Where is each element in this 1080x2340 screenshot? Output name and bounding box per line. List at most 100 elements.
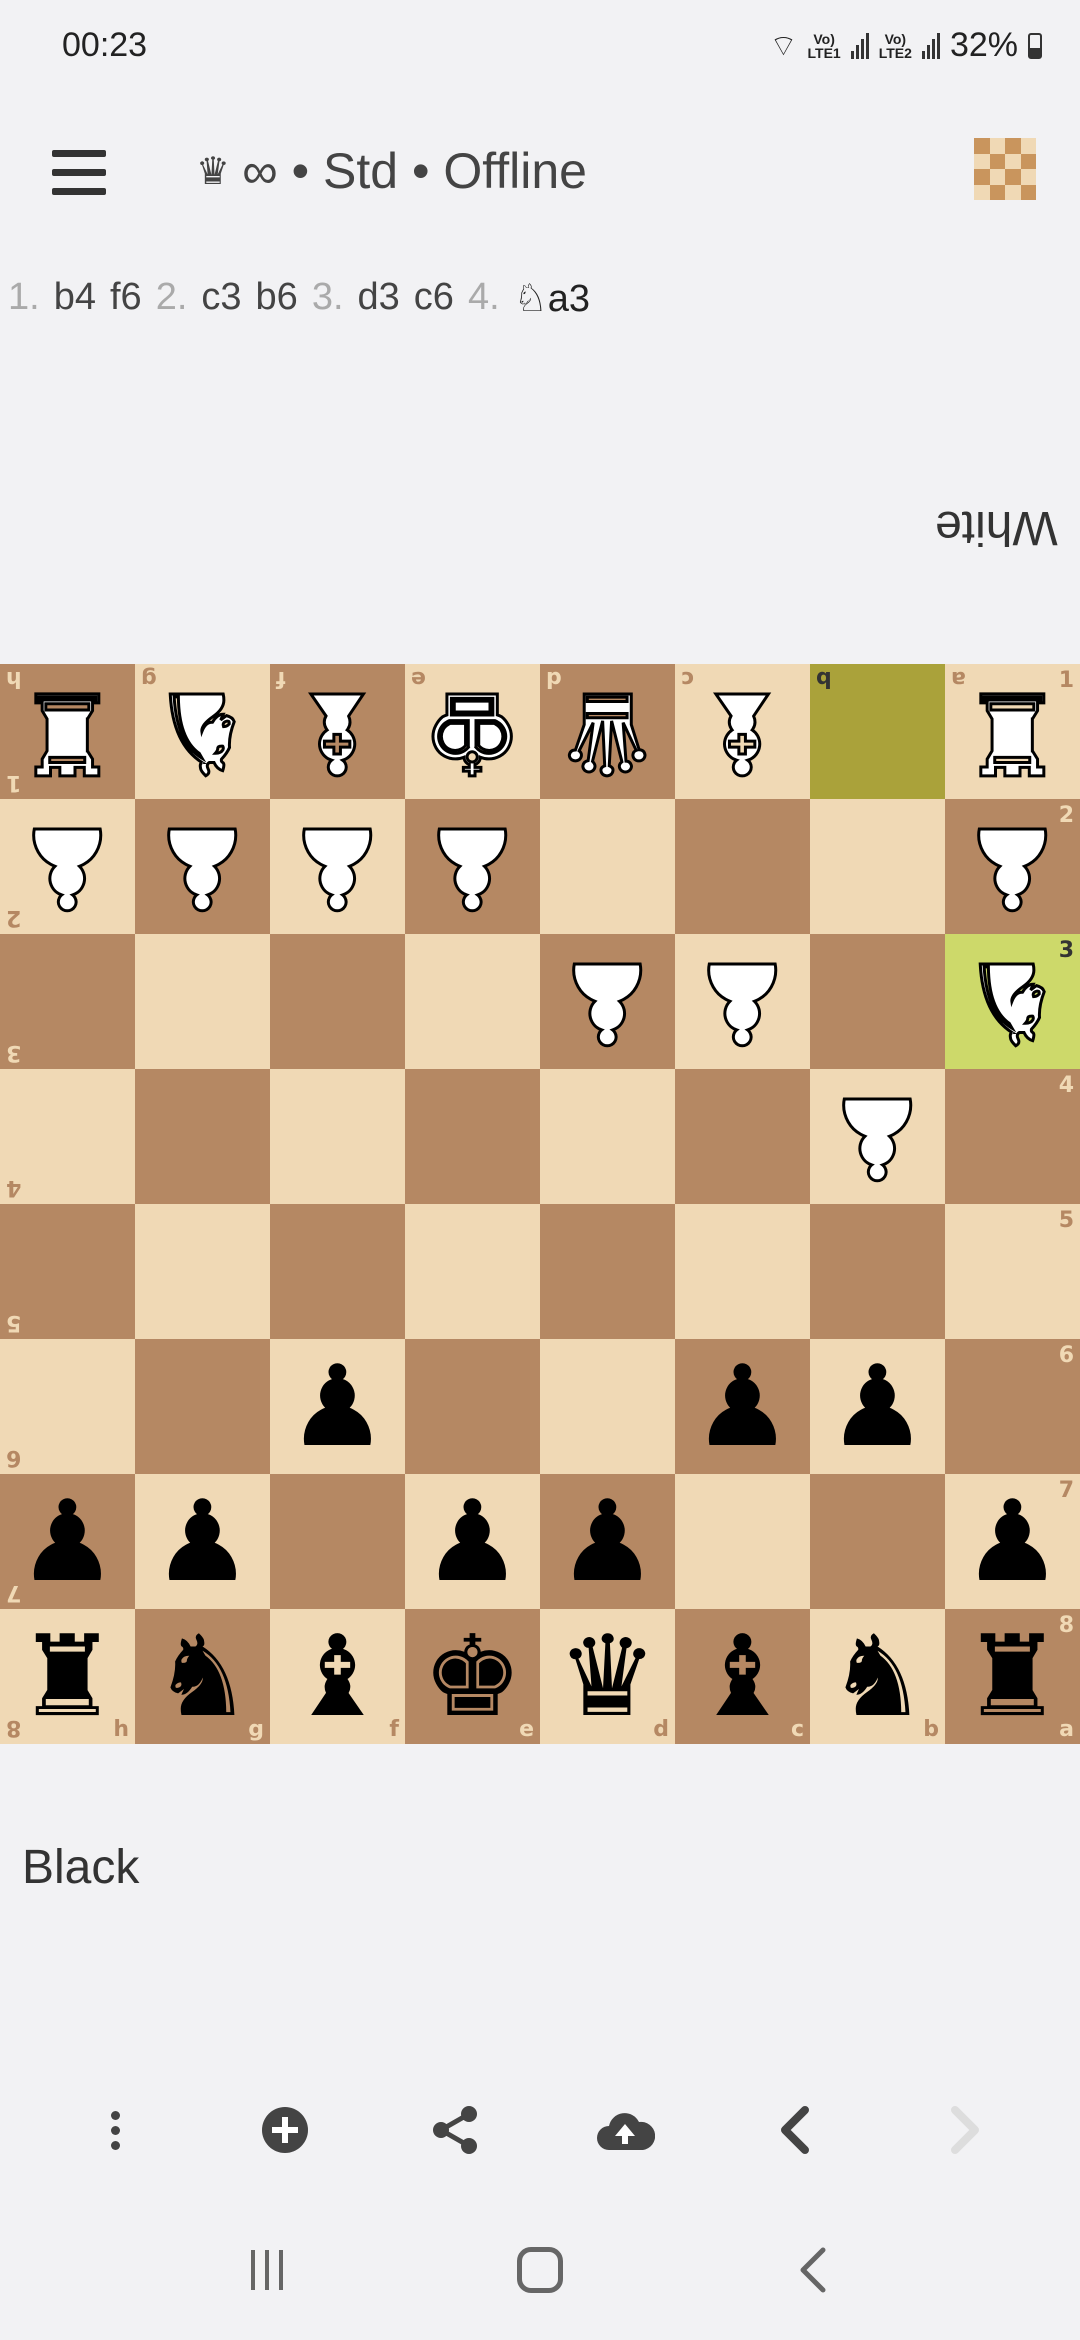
white-pawn-icon[interactable]: ♟ [16,800,119,933]
white-knight-icon[interactable]: ♞ [151,665,254,798]
white-bishop-icon[interactable]: ♝ [691,665,794,798]
move-black[interactable]: c6 [414,276,454,321]
white-pawn-icon[interactable]: ♟ [826,1070,929,1203]
square-b3[interactable] [810,934,945,1069]
square-d4[interactable] [540,1069,675,1204]
black-rook-icon[interactable]: ♜ [962,1621,1062,1733]
square-d5[interactable] [540,1204,675,1339]
move-white[interactable]: b4 [54,276,96,321]
square-g4[interactable] [135,1069,270,1204]
black-pawn-icon[interactable]: ♟ [287,1351,387,1463]
square-h2[interactable]: ♟ 2 [0,799,135,934]
move-white[interactable]: ♘a3 [514,276,590,321]
square-e8[interactable]: ♚ e [405,1609,540,1744]
square-g6[interactable] [135,1339,270,1474]
square-g3[interactable] [135,934,270,1069]
chevron-right-icon[interactable] [925,2090,1005,2170]
square-a7[interactable]: ♟ 7 [945,1474,1080,1609]
square-h1[interactable]: ♜ 1 h [0,664,135,799]
square-a5[interactable]: 5 [945,1204,1080,1339]
square-g1[interactable]: ♞ g [135,664,270,799]
square-f5[interactable] [270,1204,405,1339]
square-b8[interactable]: ♞ b [810,1609,945,1744]
add-circle-icon[interactable] [245,2090,325,2170]
square-d6[interactable] [540,1339,675,1474]
black-pawn-icon[interactable]: ♟ [422,1486,522,1598]
white-pawn-icon[interactable]: ♟ [691,935,794,1068]
square-c2[interactable] [675,799,810,934]
square-c6[interactable]: ♟ [675,1339,810,1474]
square-c7[interactable] [675,1474,810,1609]
chessboard[interactable]: ♜ 1 h ♞ g ♝ f ♚ e ♛ d ♝ c b ♜ 1 a ♟ 2 ♟ ♟ ♟ ♟ 2 3 ♟ ♟ ♞ 3 4 ♟ 4 5 5 6 ♟ ♟ ♟ 6 ♟… [0,664,1080,1744]
square-e4[interactable] [405,1069,540,1204]
white-knight-icon[interactable]: ♞ [961,935,1064,1068]
move-list[interactable]: 1. b4 f6 2. c3 b6 3. d3 c6 4. ♘a3 [8,276,590,321]
square-b5[interactable] [810,1204,945,1339]
square-a6[interactable]: 6 [945,1339,1080,1474]
black-queen-icon[interactable]: ♛ [557,1621,657,1733]
back-icon[interactable] [768,2230,858,2310]
square-f1[interactable]: ♝ f [270,664,405,799]
square-d1[interactable]: ♛ d [540,664,675,799]
black-pawn-icon[interactable]: ♟ [827,1351,927,1463]
white-pawn-icon[interactable]: ♟ [286,800,389,933]
square-g5[interactable] [135,1204,270,1339]
black-pawn-icon[interactable]: ♟ [962,1486,1062,1598]
move-white[interactable]: c3 [201,276,241,321]
move-white[interactable]: d3 [358,276,400,321]
square-h6[interactable]: 6 [0,1339,135,1474]
share-icon[interactable] [415,2090,495,2170]
black-pawn-icon[interactable]: ♟ [692,1351,792,1463]
black-rook-icon[interactable]: ♜ [17,1621,117,1733]
square-e6[interactable] [405,1339,540,1474]
black-pawn-icon[interactable]: ♟ [152,1486,252,1598]
square-e1[interactable]: ♚ e [405,664,540,799]
black-bishop-icon[interactable]: ♝ [692,1621,792,1733]
white-pawn-icon[interactable]: ♟ [421,800,524,933]
white-bishop-icon[interactable]: ♝ [286,665,389,798]
square-e5[interactable] [405,1204,540,1339]
square-h3[interactable]: 3 [0,934,135,1069]
move-black[interactable]: f6 [110,276,142,321]
square-c8[interactable]: ♝ c [675,1609,810,1744]
more-vertical-icon[interactable] [75,2090,155,2170]
square-g7[interactable]: ♟ [135,1474,270,1609]
square-f4[interactable] [270,1069,405,1204]
square-f3[interactable] [270,934,405,1069]
square-b1[interactable]: b [810,664,945,799]
hamburger-icon[interactable] [52,150,106,196]
recents-icon[interactable] [222,2230,312,2310]
square-h4[interactable]: 4 [0,1069,135,1204]
square-a2[interactable]: ♟ 2 [945,799,1080,934]
square-d7[interactable]: ♟ [540,1474,675,1609]
white-pawn-icon[interactable]: ♟ [961,800,1064,933]
square-g2[interactable]: ♟ [135,799,270,934]
white-pawn-icon[interactable]: ♟ [556,935,659,1068]
square-d3[interactable]: ♟ [540,934,675,1069]
move-black[interactable]: b6 [256,276,298,321]
square-h5[interactable]: 5 [0,1204,135,1339]
square-c3[interactable]: ♟ [675,934,810,1069]
square-d8[interactable]: ♛ d [540,1609,675,1744]
square-a4[interactable]: 4 [945,1069,1080,1204]
white-pawn-icon[interactable]: ♟ [151,800,254,933]
square-f7[interactable] [270,1474,405,1609]
black-king-icon[interactable]: ♚ [422,1621,522,1733]
square-e7[interactable]: ♟ [405,1474,540,1609]
black-bishop-icon[interactable]: ♝ [287,1621,387,1733]
square-a1[interactable]: ♜ 1 a [945,664,1080,799]
square-e3[interactable] [405,934,540,1069]
square-a3[interactable]: ♞ 3 [945,934,1080,1069]
white-rook-icon[interactable]: ♜ [16,665,119,798]
square-b2[interactable] [810,799,945,934]
square-b4[interactable]: ♟ [810,1069,945,1204]
black-pawn-icon[interactable]: ♟ [17,1486,117,1598]
square-f2[interactable]: ♟ [270,799,405,934]
black-knight-icon[interactable]: ♞ [827,1621,927,1733]
chessboard-icon[interactable] [974,138,1036,200]
white-queen-icon[interactable]: ♛ [556,665,659,798]
square-c1[interactable]: ♝ c [675,664,810,799]
square-h7[interactable]: ♟ 7 [0,1474,135,1609]
square-c5[interactable] [675,1204,810,1339]
cloud-upload-icon[interactable] [585,2090,665,2170]
